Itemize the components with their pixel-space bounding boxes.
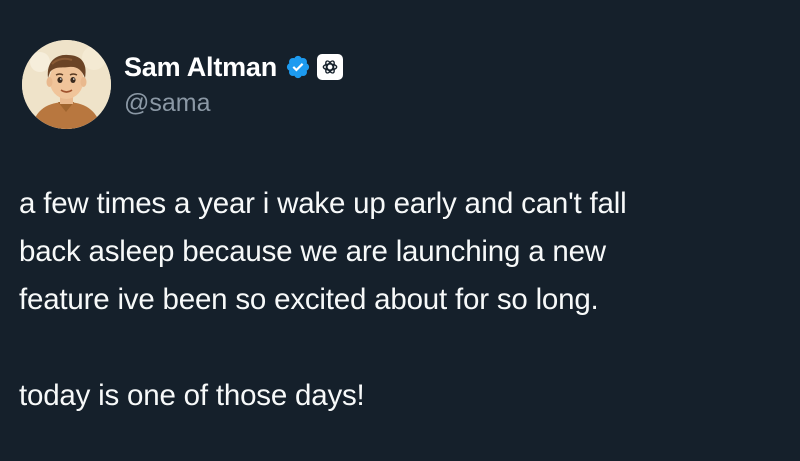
handle[interactable]: @sama [124, 88, 343, 118]
tweet-card: Sam Altman @sama a few times a year i wa… [0, 0, 800, 461]
verified-badge-icon[interactable] [285, 54, 311, 80]
avatar[interactable] [22, 40, 111, 129]
openai-logo-icon[interactable] [317, 54, 344, 80]
tweet-text-line: back asleep because we are launching a n… [19, 235, 606, 268]
cartoon-avatar-image [22, 40, 111, 129]
tweet-text: a few times a year i wake up early and c… [19, 180, 789, 420]
name-row: Sam Altman [124, 48, 344, 86]
display-name[interactable]: Sam Altman [124, 48, 277, 86]
author-block: Sam Altman @sama [124, 48, 344, 118]
tweet-text-line: today is one of those days! [19, 379, 365, 412]
tweet-text-line: feature ive been so excited about for so… [19, 283, 599, 316]
tweet-text-line: a few times a year i wake up early and c… [19, 187, 627, 220]
